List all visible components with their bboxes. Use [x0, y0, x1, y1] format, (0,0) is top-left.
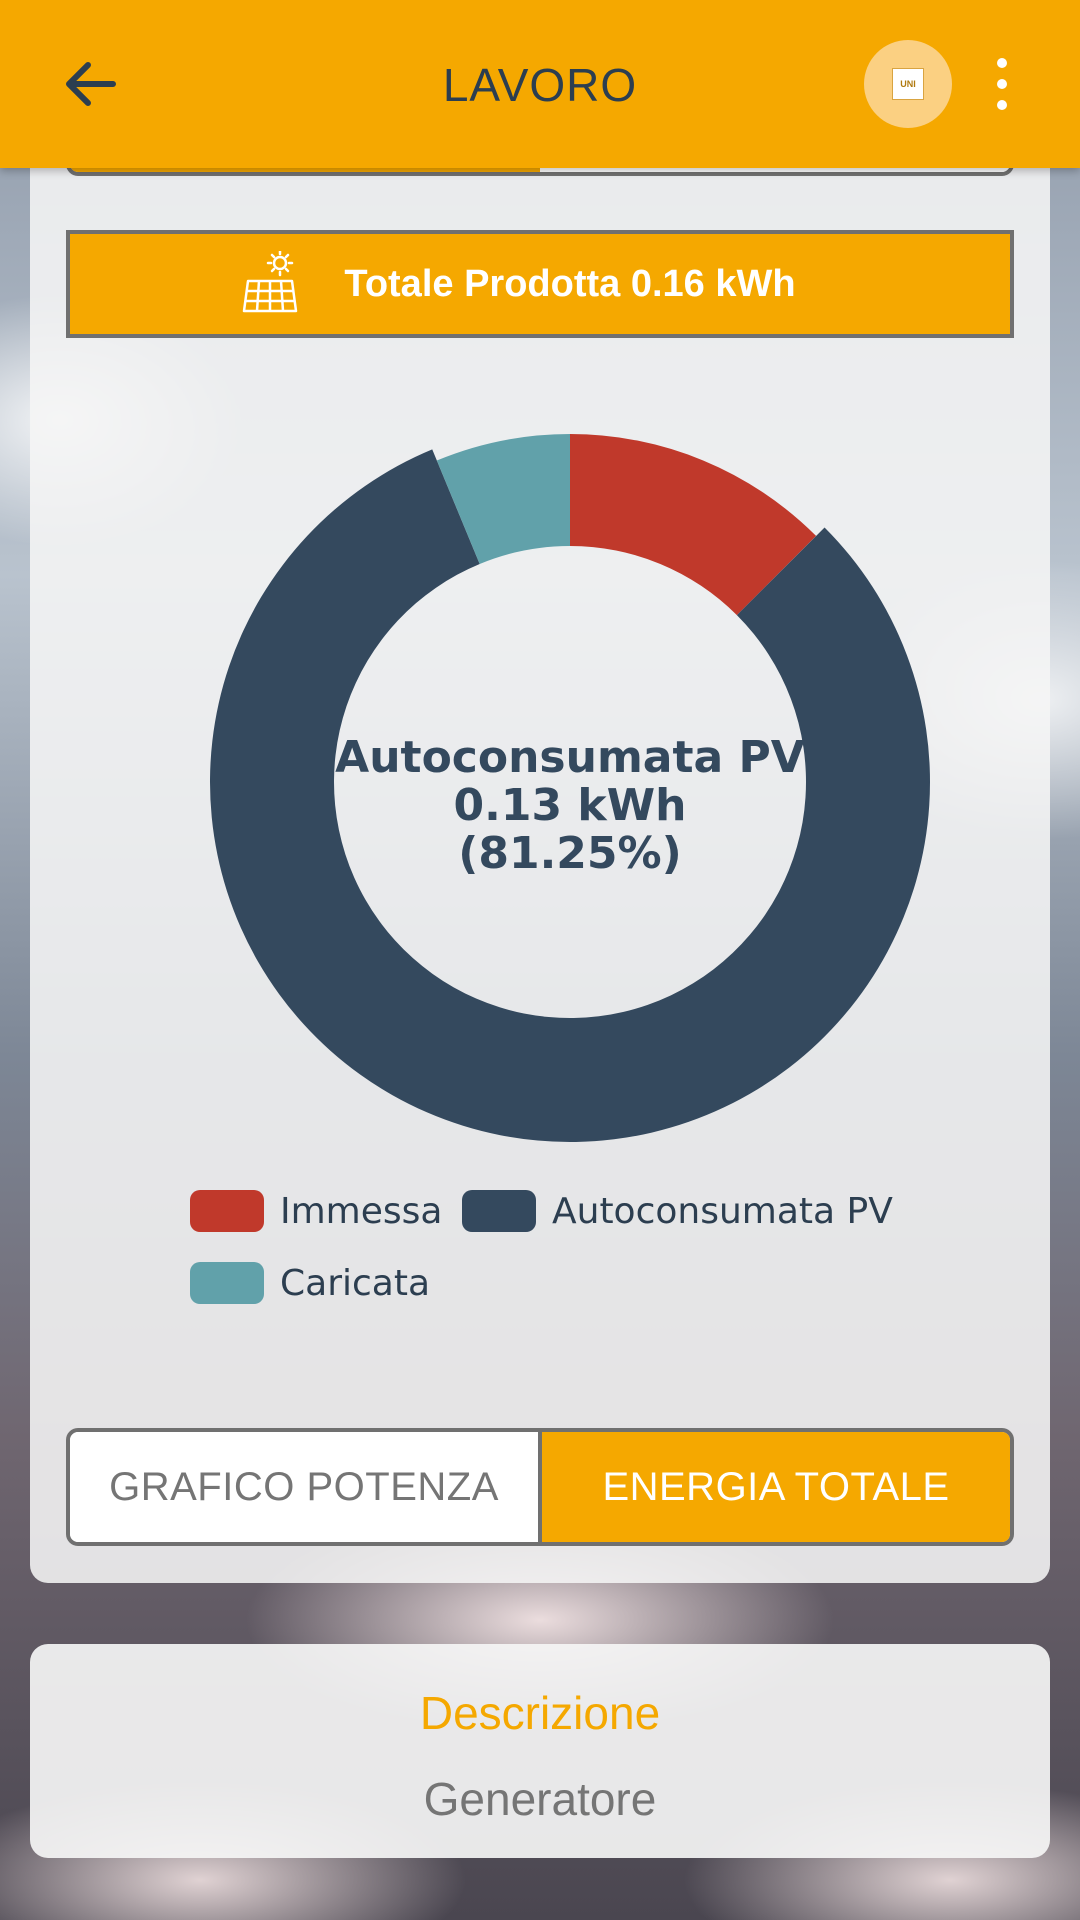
- legend-label: Caricata: [280, 1262, 431, 1304]
- total-produced-banner: Totale Prodotta 0.16 kWh: [66, 230, 1014, 338]
- company-logo: UNI: [892, 68, 924, 100]
- solar-panel-icon: [243, 251, 298, 313]
- legend-swatch: [190, 1190, 264, 1232]
- legend-item-immessa[interactable]: Immessa: [190, 1190, 442, 1232]
- center-label-value: 0.13 kWh: [453, 780, 687, 831]
- legend-label: Autoconsumata PV: [552, 1190, 893, 1232]
- app-bar: LAVORO UNI: [0, 0, 1080, 168]
- total-produced-text: Totale Prodotta 0.16 kWh: [344, 262, 796, 305]
- center-label-name: Autoconsumata PV: [335, 732, 805, 783]
- description-label: Descrizione: [419, 1687, 661, 1739]
- legend-swatch: [462, 1190, 536, 1232]
- donut-chart: Autoconsumata PV 0.13 kWh (81.25%): [175, 412, 965, 1152]
- legend-swatch: [190, 1262, 264, 1304]
- company-logo-button[interactable]: UNI: [864, 40, 952, 128]
- description-card: Descrizione Generatore: [30, 1644, 1050, 1858]
- legend-item-caricata[interactable]: Caricata: [190, 1262, 430, 1304]
- more-vert-icon: [997, 58, 1007, 68]
- chart-legend: Immessa Autoconsumata PV Caricata: [190, 1190, 950, 1340]
- description-value: Generatore: [423, 1773, 657, 1825]
- more-options-button[interactable]: [984, 58, 1020, 110]
- power-chart-tab[interactable]: GRAFICO POTENZA: [70, 1432, 542, 1542]
- legend-label: Immessa: [280, 1190, 443, 1232]
- legend-item-autoconsumata[interactable]: Autoconsumata PV: [462, 1190, 893, 1232]
- center-label-percent: (81.25%): [458, 828, 682, 879]
- energy-card: Totale Prodotta 0.16 kWh Autoconsumata P…: [30, 150, 1050, 1583]
- total-energy-tab[interactable]: ENERGIA TOTALE: [542, 1432, 1010, 1542]
- view-toggle: GRAFICO POTENZA ENERGIA TOTALE: [66, 1428, 1014, 1546]
